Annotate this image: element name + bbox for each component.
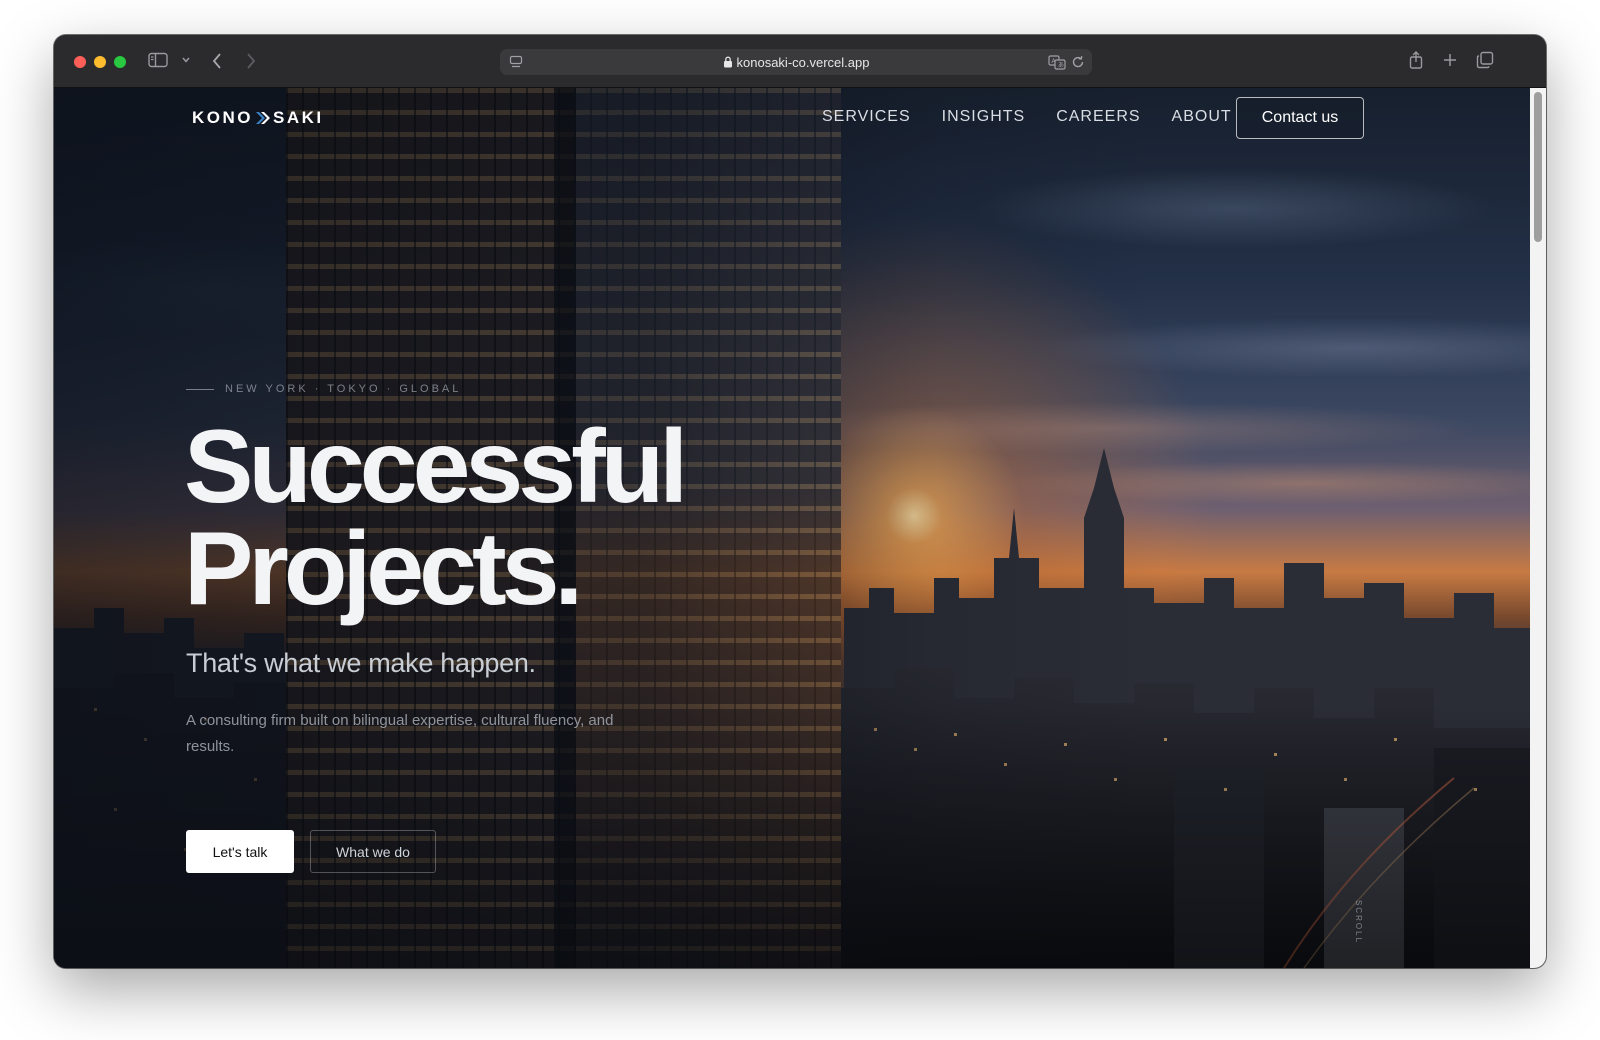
minimize-window-button[interactable]	[94, 56, 106, 68]
hero-subheadline: That's what we make happen.	[186, 648, 536, 678]
site-logo[interactable]: KONO SAKI	[192, 108, 324, 128]
nav-careers[interactable]: CAREERS	[1056, 108, 1140, 126]
zoom-window-button[interactable]	[114, 56, 126, 68]
chevron-down-icon[interactable]	[181, 56, 191, 64]
eyebrow: NEW YORK · TOKYO · GLOBAL	[186, 383, 461, 395]
scroll-indicator[interactable]: SCROLL	[1354, 900, 1363, 944]
logo-chevron-icon	[255, 111, 271, 125]
browser-window: konosaki-co.vercel.app Aあ KONO SAKI SERV…	[54, 35, 1546, 968]
svg-text:あ: あ	[1058, 62, 1064, 69]
url-text: konosaki-co.vercel.app	[736, 54, 870, 70]
translate-icon[interactable]: Aあ	[1048, 54, 1066, 70]
hero-section: KONO SAKI SERVICES INSIGHTS CAREERS ABOU…	[54, 88, 1530, 968]
logo-text-left: KONO	[192, 108, 253, 127]
what-we-do-button[interactable]: What we do	[310, 830, 436, 873]
main-nav: SERVICES INSIGHTS CAREERS ABOUT	[822, 108, 1263, 126]
scrollbar-thumb[interactable]	[1534, 92, 1542, 242]
close-window-button[interactable]	[74, 56, 86, 68]
contact-us-button[interactable]: Contact us	[1236, 97, 1364, 139]
lock-icon	[723, 56, 733, 68]
tab-overview-icon[interactable]	[1476, 51, 1494, 69]
hero-description: A consulting firm built on bilingual exp…	[186, 712, 614, 755]
new-tab-icon[interactable]	[1442, 52, 1458, 68]
eyebrow-line	[186, 388, 214, 390]
back-icon[interactable]	[211, 52, 223, 70]
reload-icon[interactable]	[1070, 54, 1086, 70]
nav-services[interactable]: SERVICES	[822, 108, 911, 126]
logo-text-right: SAKI	[273, 108, 324, 127]
headline-line-2: Projects.	[184, 511, 583, 627]
share-icon[interactable]	[1408, 50, 1424, 70]
address-bar[interactable]: konosaki-co.vercel.app Aあ	[500, 49, 1092, 75]
forward-icon[interactable]	[245, 52, 257, 70]
lets-talk-button[interactable]: Let's talk	[186, 830, 294, 873]
eyebrow-text: NEW YORK · TOKYO · GLOBAL	[225, 383, 462, 395]
sidebar-toggle-icon[interactable]	[148, 52, 168, 68]
nav-about[interactable]: ABOUT	[1172, 108, 1232, 126]
page-menu-icon[interactable]	[508, 54, 524, 70]
nav-insights[interactable]: INSIGHTS	[942, 108, 1026, 126]
hero-headline: Successful Projects.	[184, 409, 688, 627]
headline-line-1: Successful	[184, 409, 688, 525]
browser-toolbar: konosaki-co.vercel.app Aあ	[54, 35, 1546, 88]
